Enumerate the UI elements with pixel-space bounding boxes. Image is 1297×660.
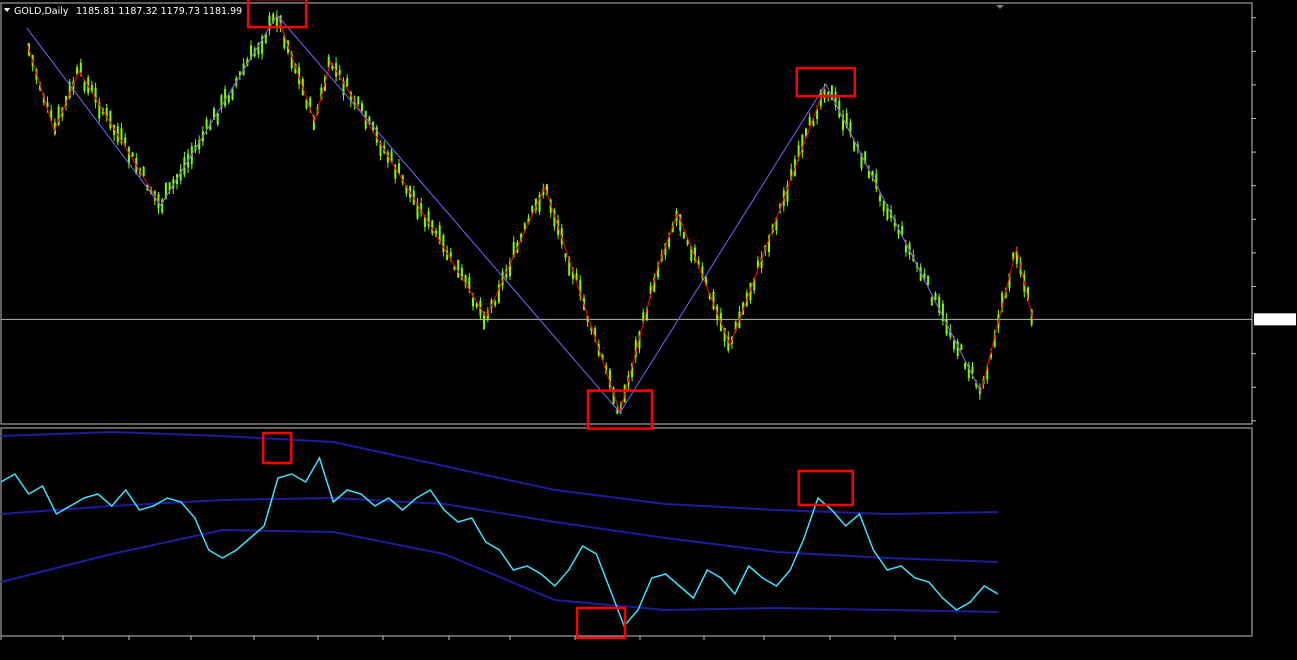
current-price-tag [1254, 313, 1296, 326]
candle-body [79, 62, 82, 73]
candle-body [468, 277, 471, 290]
candle-body [816, 109, 819, 120]
candle-body [879, 195, 881, 201]
candle-body [564, 253, 567, 258]
candle-body [971, 366, 974, 374]
candle-body [142, 166, 145, 176]
candle-body [361, 103, 363, 111]
candle-body [945, 318, 948, 335]
candle-body [927, 276, 930, 285]
candle-body [127, 147, 130, 164]
candle-body [431, 220, 434, 234]
ohlc-values: 1185.81 1187.32 1179.73 1181.99 [76, 6, 242, 17]
chart-background [0, 0, 1297, 660]
candle-body [472, 298, 474, 307]
candle-body [449, 252, 452, 257]
candle-body [531, 205, 534, 213]
candle-body [934, 293, 937, 300]
candle-body [205, 119, 208, 129]
candle-body [682, 232, 685, 239]
candle-body [357, 96, 360, 105]
candle-body [808, 116, 811, 126]
candle-body [904, 245, 907, 253]
candle-body [442, 234, 445, 253]
candle-body [216, 113, 219, 125]
candle-body [882, 200, 885, 212]
symbol-label: GOLD,Daily [14, 6, 69, 17]
candle-body [224, 89, 227, 106]
candle-body [953, 340, 955, 350]
candle-body [812, 120, 815, 126]
candle-body [338, 70, 341, 75]
candle-body [823, 89, 826, 100]
candle-body [805, 128, 807, 136]
candle-body [124, 137, 127, 144]
candle-body [930, 297, 933, 306]
chart-canvas: GOLD,Daily 1185.81 1187.32 1179.73 1181.… [0, 0, 1297, 660]
candle-body [227, 95, 230, 102]
candle-body [457, 259, 460, 278]
candle-body [109, 110, 112, 129]
candle-body [960, 344, 963, 351]
candle-body [494, 301, 497, 306]
candle-body [346, 78, 349, 87]
candle-body [964, 362, 967, 369]
candle-body [131, 152, 134, 157]
candle-body [83, 82, 86, 91]
